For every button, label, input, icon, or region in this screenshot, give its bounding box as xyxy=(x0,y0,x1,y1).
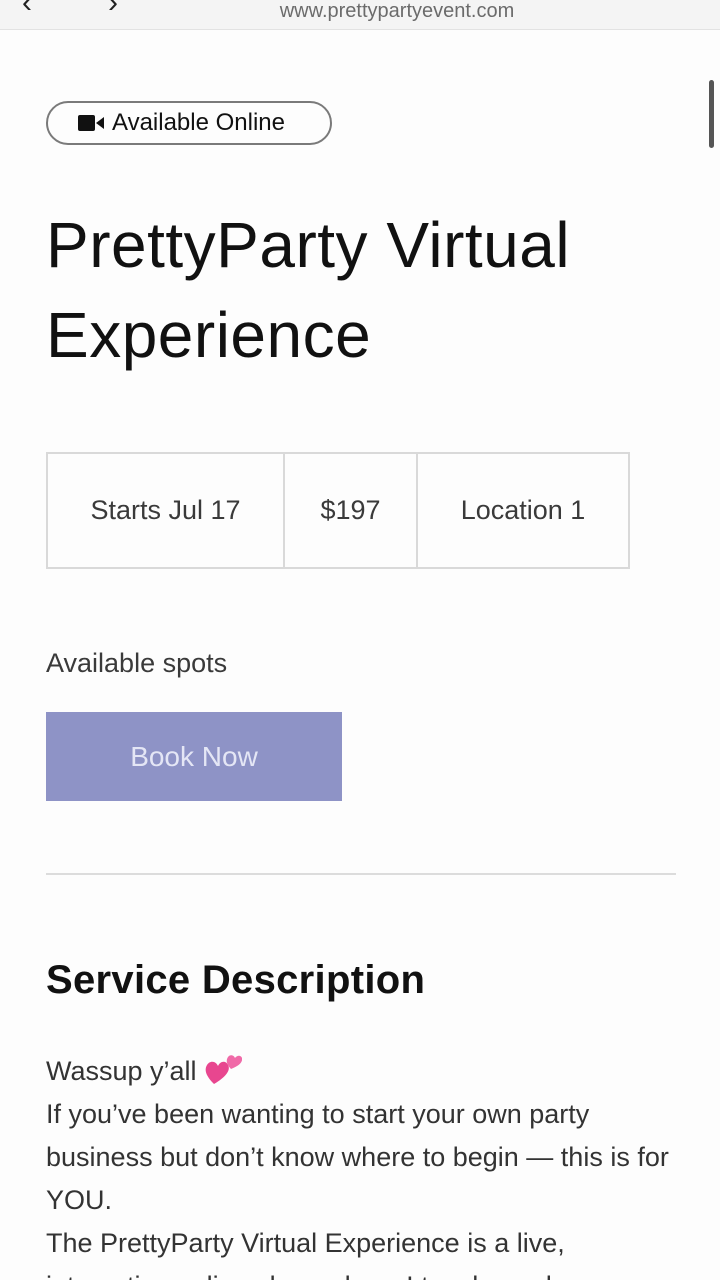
location: Location 1 xyxy=(460,495,586,525)
page-title: PrettyParty Virtual Experience xyxy=(46,209,571,371)
book-now-button[interactable]: Book Now xyxy=(46,712,342,801)
description-line-2: The PrettyParty Virtual Experience is a … xyxy=(46,1228,595,1280)
service-description: Wassup y’all If you’ve been wanting to s… xyxy=(46,1050,686,1280)
price: $197 xyxy=(285,454,418,567)
start-date: Starts Jul 17 xyxy=(48,454,285,567)
two-hearts-icon xyxy=(205,1055,243,1084)
section-title: Service Description xyxy=(46,958,426,1002)
available-online-badge: Available Online xyxy=(46,101,332,145)
url-text[interactable]: www.prettypartyevent.com xyxy=(0,0,720,22)
availability-text: Available spots xyxy=(46,648,228,678)
scrollbar[interactable] xyxy=(709,80,714,148)
browser-url-bar[interactable]: ‹ › www.prettypartyevent.com xyxy=(0,0,720,30)
greeting-text: Wassup y’all xyxy=(46,1056,197,1086)
divider xyxy=(46,873,676,875)
description-line-1: If you’ve been wanting to start your own… xyxy=(46,1099,669,1215)
service-info-row: Starts Jul 17 $197 Location 1 xyxy=(46,452,630,569)
badge-label: Available Online xyxy=(112,109,286,136)
video-camera-icon xyxy=(78,115,104,131)
page: ‹ › www.prettypartyevent.com Available O… xyxy=(0,0,720,1280)
description-greeting: Wassup y’all xyxy=(46,1050,686,1093)
